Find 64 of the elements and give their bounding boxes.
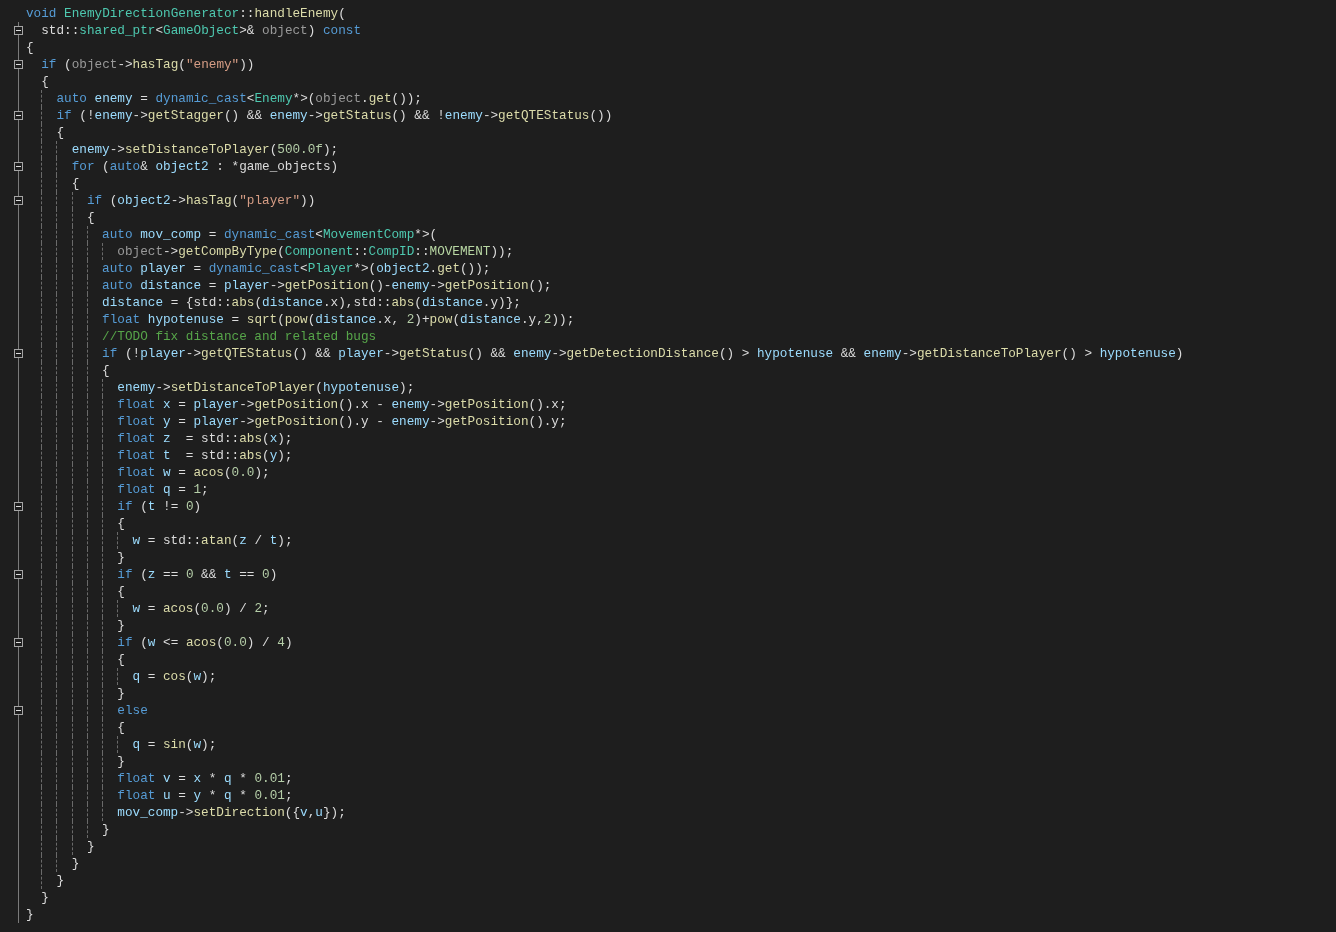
code-line: enemy->setDistanceToPlayer(hypotenuse); bbox=[117, 379, 415, 396]
code-line: q = sin(w); bbox=[132, 736, 217, 753]
code-line: { bbox=[56, 124, 65, 141]
code-line: auto distance = player->getPosition()-enemy->getPosition(); bbox=[102, 277, 552, 294]
code-line: for (auto& object2 : *game_objects) bbox=[71, 158, 339, 175]
code-line: std::shared_ptr<GameObject>& object) const bbox=[41, 22, 362, 39]
collapse-icon[interactable] bbox=[14, 196, 23, 205]
code-line: else bbox=[117, 702, 148, 719]
code-line: { bbox=[86, 209, 95, 226]
code-line: if (!player->getQTEStatus() && player->getStatus() && enemy->getDetectionDistance() > hypotenuse && enemy->getDistanceToPlayer() > hypotenuse) bbox=[102, 345, 1184, 362]
code-line: if (w <= acos(0.0) / 4) bbox=[117, 634, 293, 651]
code-line: float w = acos(0.0); bbox=[117, 464, 270, 481]
code-line: { bbox=[71, 175, 80, 192]
collapse-icon[interactable] bbox=[14, 26, 23, 35]
code-line: float q = 1; bbox=[117, 481, 209, 498]
code-line: float x = player->getPosition().x - enemy->getPosition().x; bbox=[117, 396, 567, 413]
code-line: mov_comp->setDirection({v,u}); bbox=[117, 804, 346, 821]
code-line: //TODO fix distance and related bugs bbox=[102, 328, 377, 345]
code-line: } bbox=[102, 821, 110, 838]
collapse-icon[interactable] bbox=[14, 706, 23, 715]
code-line: } bbox=[71, 855, 80, 872]
code-line: } bbox=[56, 872, 65, 889]
code-line: if (object2->hasTag("player")) bbox=[86, 192, 316, 209]
code-line: w = acos(0.0) / 2; bbox=[132, 600, 270, 617]
code-line: float y = player->getPosition().y - enemy->getPosition().y; bbox=[117, 413, 567, 430]
code-line: } bbox=[86, 838, 95, 855]
code-line: w = std::atan(z / t); bbox=[132, 532, 293, 549]
code-line: { bbox=[102, 362, 110, 379]
code-line: } bbox=[117, 753, 125, 770]
code-line: { bbox=[26, 39, 34, 56]
code-line: if (!enemy->getStagger() && enemy->getStatus() && !enemy->getQTEStatus()) bbox=[56, 107, 613, 124]
collapse-icon[interactable] bbox=[14, 638, 23, 647]
code-line: { bbox=[41, 73, 49, 90]
code-line: { bbox=[117, 719, 125, 736]
code-line: if (z == 0 && t == 0) bbox=[117, 566, 278, 583]
code-line: float v = x * q * 0.01; bbox=[117, 770, 293, 787]
collapse-icon[interactable] bbox=[14, 349, 23, 358]
code-line: enemy->setDistanceToPlayer(500.0f); bbox=[71, 141, 339, 158]
code-line: float z = std::abs(x); bbox=[117, 430, 293, 447]
code-line: void EnemyDirectionGenerator::handleEnemy( bbox=[26, 5, 346, 22]
collapse-icon[interactable] bbox=[14, 111, 23, 120]
code-line: } bbox=[41, 889, 49, 906]
code-line: auto mov_comp = dynamic_cast<MovementComp*>( bbox=[102, 226, 438, 243]
code-line: q = cos(w); bbox=[132, 668, 217, 685]
code-line: auto enemy = dynamic_cast<Enemy*>(object.get()); bbox=[56, 90, 422, 107]
code-line: distance = {std::abs(distance.x),std::abs(distance.y)}; bbox=[102, 294, 521, 311]
code-line: if (t != 0) bbox=[117, 498, 202, 515]
code-line: } bbox=[26, 906, 34, 923]
collapse-icon[interactable] bbox=[14, 60, 23, 69]
code-line: { bbox=[117, 583, 125, 600]
code-line: } bbox=[117, 617, 125, 634]
collapse-icon[interactable] bbox=[14, 162, 23, 171]
code-line: float hypotenuse = sqrt(pow(distance.x, 2)+pow(distance.y,2)); bbox=[102, 311, 575, 328]
code-line: { bbox=[117, 515, 125, 532]
collapse-icon[interactable] bbox=[14, 570, 23, 579]
code-line: object->getCompByType(Component::CompID::MOVEMENT)); bbox=[117, 243, 514, 260]
code-line: } bbox=[117, 549, 125, 566]
code-line: float t = std::abs(y); bbox=[117, 447, 293, 464]
code-line: float u = y * q * 0.01; bbox=[117, 787, 293, 804]
code-line: { bbox=[117, 651, 125, 668]
code-line: auto player = dynamic_cast<Player*>(object2.get()); bbox=[102, 260, 491, 277]
code-line: } bbox=[117, 685, 125, 702]
collapse-icon[interactable] bbox=[14, 502, 23, 511]
code-line: if (object->hasTag("enemy")) bbox=[41, 56, 255, 73]
